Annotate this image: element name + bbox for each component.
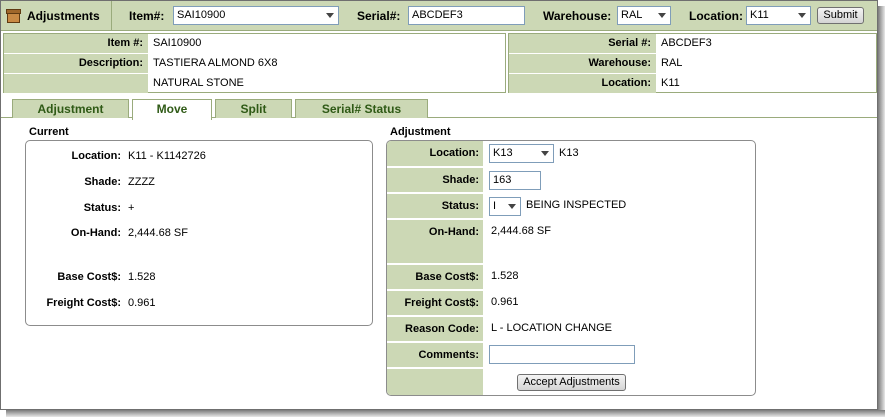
location-label: Location: <box>689 9 743 23</box>
item-label: Item#: <box>129 9 165 23</box>
adj-location-label: Location: <box>387 141 483 166</box>
adj-label-column-footer <box>387 369 483 395</box>
adj-reason-value: L - LOCATION CHANGE <box>491 322 613 334</box>
chevron-down-icon <box>326 13 334 18</box>
adjustments-window: Adjustments Item#: SAI10900 Serial#: ABC… <box>0 0 878 410</box>
adj-basecost-value: 1.528 <box>491 270 519 282</box>
adjustment-panel: Location: Shade: Status: On-Hand: Base C… <box>386 140 756 396</box>
box-icon <box>6 9 21 23</box>
adj-status-select-value: I <box>493 200 497 212</box>
tab-move[interactable]: Move <box>132 99 212 120</box>
current-location-value: K11 - K1142726 <box>128 150 206 162</box>
location-label-cell: Location: <box>509 74 656 93</box>
chevron-down-icon <box>508 204 516 209</box>
current-onhand-label: On-Hand: <box>70 227 121 239</box>
adj-status-label: Status: <box>387 194 483 218</box>
adj-location-select[interactable]: K13 <box>489 144 554 163</box>
tab-adjustment[interactable]: Adjustment <box>12 99 129 118</box>
warehouse-label-cell: Warehouse: <box>509 54 656 73</box>
adj-freight-label: Freight Cost$: <box>387 291 483 315</box>
adj-onhand-label: On-Hand: <box>387 220 483 263</box>
adj-location-select-value: K13 <box>493 147 513 159</box>
current-status-label: Status: <box>83 202 121 214</box>
app-title: Adjustments <box>1 1 112 31</box>
current-status-value: + <box>128 202 135 214</box>
adj-onhand-value: 2,444.68 SF <box>491 225 551 237</box>
description-value: TASTIERA ALMOND 6X8 <box>153 57 278 69</box>
warehouse-value: RAL <box>661 57 683 69</box>
warehouse-select[interactable]: RAL <box>617 6 671 25</box>
warehouse-select-value: RAL <box>621 9 643 21</box>
serial-input[interactable]: ABCDEF3 <box>408 6 525 25</box>
adj-reason-label: Reason Code: <box>387 317 483 341</box>
chevron-down-icon <box>798 13 806 18</box>
adj-basecost-label: Base Cost$: <box>387 265 483 289</box>
tab-serial-status[interactable]: Serial# Status <box>295 99 428 118</box>
current-shade-value: ZZZZ <box>128 176 155 188</box>
adjustment-section-title: Adjustment <box>390 126 451 138</box>
adj-freight-value: 0.961 <box>491 296 519 308</box>
adj-status-select[interactable]: I <box>489 197 521 216</box>
current-freight-label: Freight Cost$: <box>46 297 121 309</box>
submit-button[interactable]: Submit <box>817 7 864 24</box>
current-basecost-label: Base Cost$: <box>57 271 121 283</box>
current-panel: Location: K11 - K1142726 Shade: ZZZZ Sta… <box>25 140 373 326</box>
toolbar: Adjustments Item#: SAI10900 Serial#: ABC… <box>1 1 877 31</box>
adj-comments-label: Comments: <box>387 343 483 367</box>
current-location-label: Location: <box>71 150 122 162</box>
window-shadow-bottom <box>6 410 885 417</box>
warehouse-label: Warehouse: <box>543 9 612 23</box>
description-label-blank <box>4 74 148 93</box>
description-label: Description: <box>4 54 148 73</box>
item-label-cell: Item #: <box>4 34 148 53</box>
current-section-title: Current <box>29 126 69 138</box>
serial-value: ABCDEF3 <box>661 37 712 49</box>
location-value: K11 <box>661 77 680 89</box>
item-select[interactable]: SAI10900 <box>173 6 339 25</box>
current-freight-value: 0.961 <box>128 297 156 309</box>
app-title-label: Adjustments <box>27 9 100 23</box>
window-shadow-right <box>878 6 885 416</box>
adj-status-text: BEING INSPECTED <box>526 199 627 211</box>
item-value: SAI10900 <box>153 37 202 49</box>
current-basecost-value: 1.528 <box>128 271 156 283</box>
chevron-down-icon <box>658 13 666 18</box>
serial-label-cell: Serial #: <box>509 34 656 53</box>
serial-input-value: ABCDEF3 <box>412 9 463 21</box>
chevron-down-icon <box>541 151 549 156</box>
adj-shade-input[interactable]: 163 <box>489 171 541 190</box>
adj-shade-label: Shade: <box>387 168 483 192</box>
location-select-value: K11 <box>750 9 769 21</box>
description-value-line2: NATURAL STONE <box>153 77 244 89</box>
adj-comments-input[interactable] <box>489 345 635 364</box>
adj-shade-input-value: 163 <box>493 174 512 186</box>
tab-split[interactable]: Split <box>215 99 292 118</box>
accept-adjustments-button[interactable]: Accept Adjustments <box>517 374 626 391</box>
location-select[interactable]: K11 <box>746 6 811 25</box>
adj-location-text: K13 <box>559 147 579 159</box>
current-onhand-value: 2,444.68 SF <box>128 227 188 239</box>
current-shade-label: Shade: <box>84 176 121 188</box>
item-select-value: SAI10900 <box>177 9 226 21</box>
serial-label: Serial#: <box>357 9 401 23</box>
